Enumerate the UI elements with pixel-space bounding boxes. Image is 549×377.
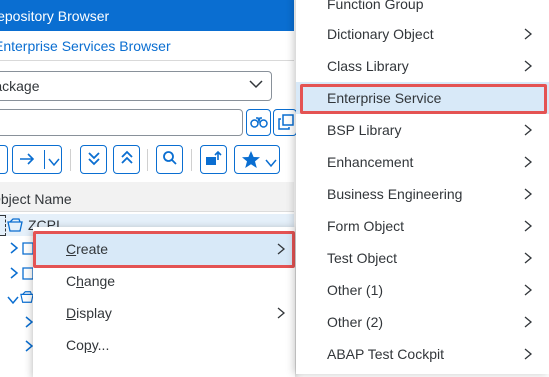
window-title-bar: Repository Browser (0, 0, 294, 31)
menu-item-change[interactable]: Change (33, 265, 295, 297)
submenu-item-label: BSP Library (327, 122, 402, 138)
submenu-item-function-group[interactable]: Function Group (296, 0, 549, 20)
copy-icon (278, 114, 294, 133)
create-highlight-box (33, 231, 295, 268)
chevron-right-icon (523, 155, 533, 172)
enterprise-service-highlight-box (300, 84, 547, 114)
chevron-right-icon (523, 251, 533, 268)
chevron-down-icon (265, 155, 277, 171)
forward-button-group[interactable] (12, 145, 62, 174)
column-header-object-name: Object Name (0, 191, 72, 207)
submenu-item-label: Other (2) (327, 314, 384, 330)
object-type-select[interactable]: Package (0, 71, 272, 101)
favorites-button[interactable] (234, 145, 280, 174)
tab-enterprise-services-browser[interactable]: Enterprise Services Browser (0, 38, 171, 54)
submenu-item-label: Dictionary Object (327, 26, 434, 42)
submenu-item-other-1[interactable]: Other (1) (296, 274, 549, 306)
menu-item-copy[interactable]: Copy... (33, 329, 295, 361)
toolbar-separator (70, 149, 71, 171)
back-button[interactable] (0, 145, 8, 174)
create-submenu: Function Group Dictionary Object Class L… (296, 0, 549, 374)
tab-strip: Enterprise Services Browser (0, 31, 294, 61)
submenu-item-enhancement[interactable]: Enhancement (296, 146, 549, 178)
object-type-select-value: Package (0, 78, 40, 94)
chevron-right-icon (523, 283, 533, 300)
submenu-item-label: Other (1) (327, 282, 384, 298)
toolbar-separator (191, 149, 192, 171)
submenu-item-bsp-library[interactable]: BSP Library (296, 114, 549, 146)
search-icon (162, 150, 178, 169)
submenu-item-form-object[interactable]: Form Object (296, 210, 549, 242)
submenu-item-dictionary-object[interactable]: Dictionary Object (296, 18, 549, 50)
binoculars-icon (250, 115, 268, 132)
hierarchy-up-icon (205, 150, 223, 169)
search-input[interactable] (0, 109, 243, 136)
chevron-right-icon (523, 315, 533, 332)
collapse-all-button[interactable] (113, 145, 140, 174)
chevron-right-icon (523, 219, 533, 236)
window-title: Repository Browser (0, 8, 110, 24)
chevron-right-icon (523, 59, 533, 76)
menu-item-label: Copy... (66, 337, 110, 353)
chevron-right-icon (276, 306, 286, 323)
star-icon (241, 150, 261, 172)
button-divider (44, 150, 45, 169)
focus-marker (0, 215, 6, 236)
submenu-item-label: Function Group (327, 0, 424, 12)
chevron-right-icon (523, 27, 533, 44)
menu-item-label: Change (66, 273, 116, 289)
submenu-item-test-object[interactable]: Test Object (296, 242, 549, 274)
chevron-down-icon[interactable] (6, 292, 20, 308)
column-header: Object Name (0, 182, 294, 212)
menu-item-label: Display (66, 305, 112, 321)
binoculars-button[interactable] (246, 109, 271, 136)
submenu-item-label: Business Engineering (327, 186, 463, 202)
package-icon (20, 290, 34, 307)
submenu-item-label: Class Library (327, 58, 409, 74)
chevron-down-icon (248, 76, 264, 95)
chevron-right-icon (523, 187, 533, 204)
chevron-right-icon (523, 347, 533, 364)
arrow-right-icon (19, 152, 35, 169)
copy-window-button[interactable] (273, 109, 297, 136)
submenu-item-label: Enhancement (327, 154, 414, 170)
chevron-right-icon (523, 123, 533, 140)
submenu-item-label: Test Object (327, 250, 398, 266)
submenu-item-label: Form Object (327, 218, 405, 234)
hierarchy-button[interactable] (200, 145, 227, 174)
submenu-item-business-engineering[interactable]: Business Engineering (296, 178, 549, 210)
submenu-item-class-library[interactable]: Class Library (296, 50, 549, 82)
chevron-down-icon (48, 154, 60, 170)
submenu-item-other-2[interactable]: Other (2) (296, 306, 549, 338)
double-chevron-down-icon (86, 150, 102, 169)
package-icon (7, 218, 23, 235)
double-chevron-up-icon (119, 150, 135, 169)
expand-all-button[interactable] (80, 145, 107, 174)
submenu-item-label: ABAP Test Cockpit (327, 346, 444, 362)
menu-item-display[interactable]: Display (33, 297, 295, 329)
search-button[interactable] (156, 145, 183, 174)
chevron-right-icon[interactable] (9, 241, 19, 258)
chevron-right-icon[interactable] (9, 266, 19, 283)
toolbar-separator (147, 149, 148, 171)
submenu-item-abap-test-cockpit[interactable]: ABAP Test Cockpit (296, 338, 549, 370)
